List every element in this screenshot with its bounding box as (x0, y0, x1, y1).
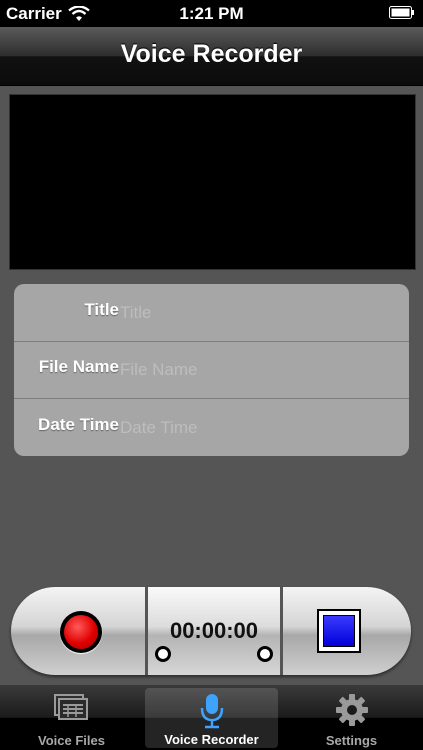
form-row-file-name: File Name (14, 341, 409, 399)
status-bar: Carrier 1:21 PM (0, 0, 423, 27)
tab-voice-files[interactable]: Voice Files (5, 685, 138, 750)
screw-right-icon (257, 646, 273, 662)
stop-button[interactable] (317, 609, 361, 653)
screw-left-icon (155, 646, 171, 662)
tab-voice-recorder[interactable]: Voice Recorder (145, 688, 278, 748)
tab-settings-label: Settings (325, 733, 378, 748)
tab-settings[interactable]: Settings (285, 685, 418, 750)
record-segment (11, 587, 139, 675)
file-name-label: File Name (38, 357, 119, 376)
record-button[interactable] (60, 611, 102, 653)
file-name-input[interactable] (118, 353, 402, 387)
timer-segment: 00:00:00 (145, 587, 283, 675)
tab-bar: Voice Files Voice Recorder Settings (0, 685, 423, 750)
status-time: 1:21 PM (179, 4, 244, 23)
microphone-icon (200, 694, 223, 729)
form-row-date-time: Date Time (14, 399, 409, 456)
date-time-input[interactable] (118, 411, 402, 445)
battery-icon (389, 6, 414, 19)
elapsed-timer: 00:00:00 (169, 618, 259, 643)
navigation-bar: Voice Recorder (0, 27, 423, 86)
form-row-title: Title (14, 284, 409, 342)
stop-segment (283, 587, 411, 675)
page-title: Voice Recorder (120, 40, 303, 68)
title-input[interactable] (118, 296, 402, 330)
gear-icon (335, 694, 368, 726)
date-time-label: Date Time (38, 415, 119, 434)
tab-voice-recorder-label: Voice Recorder (164, 732, 259, 747)
tab-voice-files-label: Voice Files (38, 733, 105, 748)
recorder-control-bar: 00:00:00 (11, 587, 411, 675)
voice-files-icon (53, 694, 88, 720)
waveform-display (9, 94, 416, 270)
title-label: Title (84, 300, 119, 319)
recording-info-form: Title File Name Date Time (14, 284, 409, 456)
